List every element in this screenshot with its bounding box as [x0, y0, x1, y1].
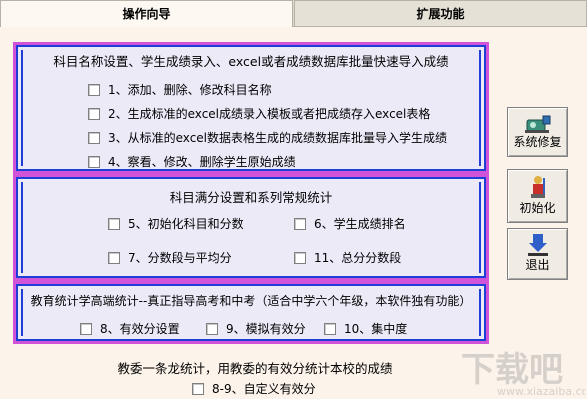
- svg-text:www.xiazaiba.com: www.xiazaiba.com: [497, 385, 585, 397]
- checkbox[interactable]: [88, 83, 100, 96]
- option-excel-import[interactable]: 3、从标准的excel数据表格生成的成绩数据库批量导入学生成绩: [88, 129, 447, 146]
- checkbox[interactable]: [88, 131, 100, 144]
- checkbox[interactable]: [88, 107, 100, 120]
- option-view-scores[interactable]: 4、察看、修改、删除学生原始成绩: [88, 153, 296, 170]
- checkbox[interactable]: [108, 251, 120, 264]
- option-label: 8、有效分设置: [100, 322, 180, 336]
- option-label: 11、总分分数段: [314, 251, 402, 265]
- button-label: 系统修复: [513, 135, 562, 149]
- option-init-subjects[interactable]: 5、初始化科目和分数: [108, 215, 244, 232]
- option-score-bands[interactable]: 7、分数段与平均分: [108, 249, 232, 266]
- option-label: 7、分数段与平均分: [128, 251, 232, 265]
- exit-button[interactable]: 退出: [507, 228, 568, 280]
- system-repair-button[interactable]: 系统修复: [507, 107, 568, 157]
- option-label: 4、察看、修改、删除学生原始成绩: [108, 155, 296, 169]
- watermark-logo: 下载吧 www.xiazaiba.com: [457, 343, 587, 398]
- checkbox[interactable]: [108, 217, 120, 230]
- checkbox[interactable]: [294, 251, 306, 264]
- checkbox[interactable]: [80, 322, 92, 335]
- option-label: 10、集中度: [344, 322, 408, 336]
- tab-wizard[interactable]: 操作向导: [0, 0, 293, 27]
- svg-text:下载吧: 下载吧: [461, 350, 563, 390]
- initialize-button[interactable]: 初始化: [507, 169, 568, 223]
- option-label: 1、添加、删除、修改科目名称: [108, 83, 272, 97]
- tab-bar: 操作向导 扩展功能: [0, 0, 587, 27]
- panel-title: 科目满分设置和系列常规统计: [169, 190, 333, 205]
- advanced-stats-panel: 教育统计学高端统计--真正指导高考和中考（适合中学六个年级，本软件独有功能） 8…: [13, 281, 489, 344]
- option-label: 8-9、自定义有效分: [212, 382, 316, 396]
- option-total-bands[interactable]: 11、总分分数段: [294, 249, 401, 266]
- button-label: 初始化: [519, 201, 556, 215]
- education-bureau-title: 教委一条龙统计，用教委的有效分统计本校的成绩: [117, 361, 393, 376]
- option-label: 9、模拟有效分: [226, 322, 306, 336]
- checkbox[interactable]: [324, 322, 336, 335]
- panel-title: 教育统计学高端统计--真正指导高考和中考（适合中学六个年级，本软件独有功能）: [30, 294, 472, 308]
- regular-stats-panel: 科目满分设置和系列常规统计 5、初始化科目和分数 6、学生成绩排名 7、分数段与…: [13, 174, 489, 281]
- checkbox[interactable]: [192, 382, 204, 395]
- option-label: 3、从标准的excel数据表格生成的成绩数据库批量导入学生成绩: [108, 131, 448, 145]
- checkbox[interactable]: [206, 322, 218, 335]
- option-effective-score[interactable]: 8、有效分设置: [80, 320, 180, 337]
- checkbox[interactable]: [88, 155, 100, 168]
- option-simulated-score[interactable]: 9、模拟有效分: [206, 320, 306, 337]
- option-custom-effective[interactable]: 8-9、自定义有效分: [192, 380, 316, 397]
- checkbox[interactable]: [294, 217, 306, 230]
- option-excel-template[interactable]: 2、生成标准的excel成绩录入模板或者把成绩存入excel表格: [88, 105, 430, 122]
- option-edit-subjects[interactable]: 1、添加、删除、修改科目名称: [88, 81, 272, 98]
- option-label: 6、学生成绩排名: [314, 217, 406, 231]
- option-label: 5、初始化科目和分数: [128, 217, 244, 231]
- option-concentration[interactable]: 10、集中度: [324, 320, 407, 337]
- panel-title: 科目名称设置、学生成绩录入、excel或者成绩数据库批量快速导入成绩: [53, 54, 449, 69]
- button-label: 退出: [525, 258, 550, 272]
- import-scores-panel: 科目名称设置、学生成绩录入、excel或者成绩数据库批量快速导入成绩 1、添加、…: [13, 42, 489, 174]
- option-ranking[interactable]: 6、学生成绩排名: [294, 215, 406, 232]
- tab-extensions[interactable]: 扩展功能: [294, 0, 587, 27]
- option-label: 2、生成标准的excel成绩录入模板或者把成绩存入excel表格: [108, 107, 431, 121]
